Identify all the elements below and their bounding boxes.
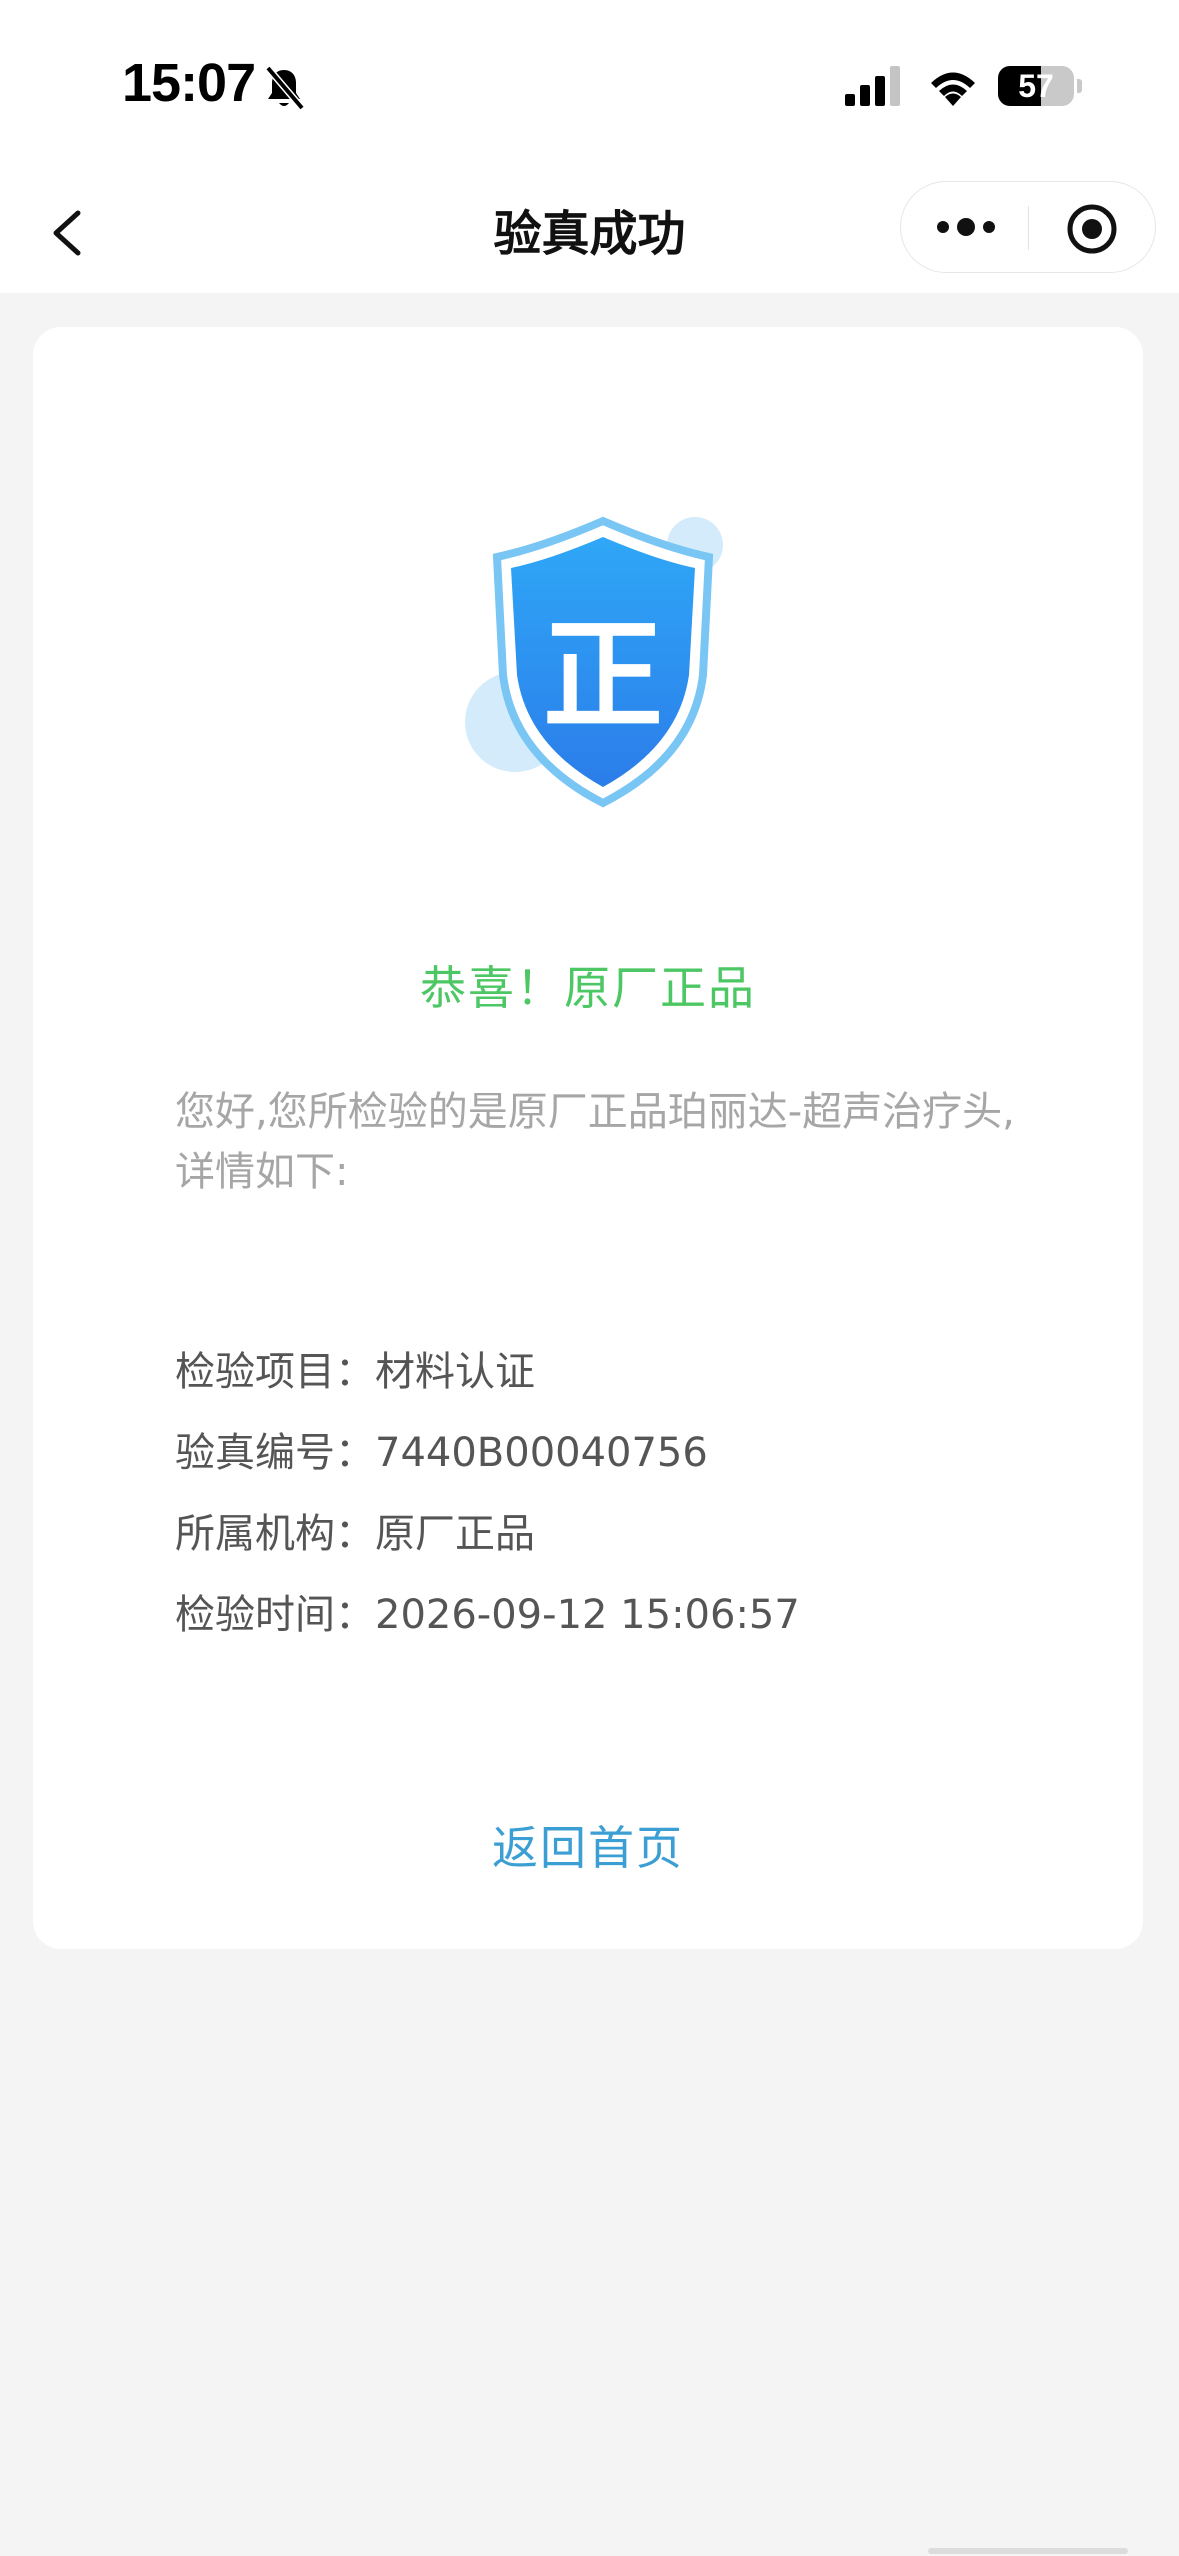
mini-program-capsule [900, 181, 1156, 273]
home-indicator [928, 2548, 1128, 2554]
cellular-signal-icon [845, 66, 900, 106]
close-mini-program-icon[interactable] [1065, 202, 1119, 256]
detail-row: 检验时间：2026-09-12 15:06:57 [175, 1575, 1075, 1656]
verification-result-card: 正 恭喜！原厂正品 您好,您所检验的是原厂正品珀丽达-超声治疗头,详情如下: 检… [33, 327, 1143, 1949]
capsule-divider [1028, 206, 1029, 250]
nav-bar: 验真成功 [0, 175, 1179, 293]
back-chevron-icon[interactable] [40, 193, 120, 273]
detail-label: 验真编号： [175, 1430, 375, 1476]
status-bar: 15:07 57 [0, 0, 1179, 175]
detail-value: 2026-09-12 15:06:57 [375, 1592, 800, 1638]
battery-percentage: 57 [1018, 68, 1054, 104]
status-time: 15:07 [122, 53, 256, 113]
detail-value: 原厂正品 [375, 1511, 535, 1557]
more-options-icon[interactable] [931, 204, 1001, 250]
bell-muted-icon [265, 65, 305, 111]
wifi-icon [931, 72, 975, 106]
battery-icon: 57 [998, 66, 1082, 106]
verification-details: 检验项目：材料认证 验真编号：7440B00040756 所属机构：原厂正品 检… [175, 1332, 1075, 1656]
detail-value: 7440B00040756 [375, 1430, 708, 1476]
detail-row: 验真编号：7440B00040756 [175, 1413, 1075, 1494]
genuine-shield-icon: 正 [465, 516, 723, 808]
detail-label: 检验项目： [175, 1349, 375, 1395]
detail-row: 检验项目：材料认证 [175, 1332, 1075, 1413]
detail-value: 材料认证 [375, 1349, 535, 1395]
detail-row: 所属机构：原厂正品 [175, 1494, 1075, 1575]
success-message: 恭喜！原厂正品 [420, 961, 756, 1015]
detail-label: 检验时间： [175, 1592, 375, 1638]
return-home-link[interactable]: 返回首页 [33, 1812, 1143, 1878]
result-intro-text: 您好,您所检验的是原厂正品珀丽达-超声治疗头,详情如下: [175, 1089, 1015, 1195]
detail-label: 所属机构： [175, 1511, 375, 1557]
shield-badge-char: 正 [543, 607, 663, 746]
